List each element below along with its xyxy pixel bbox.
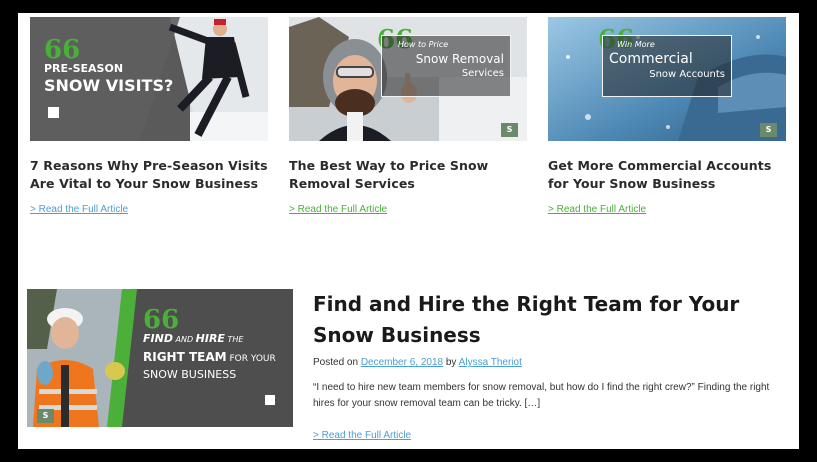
post-date-link[interactable]: December 6, 2018 [361, 357, 443, 368]
article-thumbnail-3[interactable]: 66 Win More Commercial Snow Accounts S [548, 17, 786, 141]
article-card-3: 66 Win More Commercial Snow Accounts S G… [548, 17, 786, 215]
brand-logo-icon: S [501, 123, 518, 137]
article-title[interactable]: The Best Way to Price Snow Removal Servi… [289, 157, 527, 193]
article-thumbnail-2[interactable]: 66 How to Price Snow Removal Services S [289, 17, 527, 141]
thumb-overlay-box: How to Price Snow Removal Services [381, 35, 511, 97]
article-card-1: 66 PRE-SEASON SNOW VISITS? 7 Reasons Why… [30, 17, 268, 215]
thumb-caption-2: Snow Removal [415, 52, 504, 66]
quote-icon: 66 [44, 35, 81, 65]
read-full-article-link[interactable]: > Read the Full Article [289, 204, 527, 215]
posted-on-label: Posted on [313, 357, 361, 368]
article-excerpt: “I need to hire new team members for sno… [313, 382, 770, 409]
thumb-caption-1: How to Price [398, 40, 449, 49]
thumb-caption-3: SNOW BUSINESS [143, 368, 237, 381]
featured-article-thumbnail[interactable]: 66 FIND AND HIRE THE RIGHT TEAM FOR YOUR… [27, 289, 293, 427]
logo-mark-icon [265, 395, 275, 405]
brand-logo-icon: S [760, 123, 777, 137]
article-title[interactable]: 7 Reasons Why Pre-Season Visits Are Vita… [30, 157, 268, 193]
featured-article: Find and Hire the Right Team for Your Sn… [313, 289, 791, 441]
thumb-caption-1: Win More [617, 40, 655, 49]
read-full-article-link[interactable]: > Read the Full Article [30, 204, 268, 215]
thumb-caption-1: FIND AND HIRE THE [143, 332, 244, 345]
logo-mark-icon [48, 107, 59, 118]
thumb-caption-3: Services [461, 68, 504, 79]
article-thumbnail-1[interactable]: 66 PRE-SEASON SNOW VISITS? [30, 17, 268, 141]
post-meta: Posted on December 6, 2018 by Alyssa The… [313, 357, 791, 368]
thumb-overlay-box: Win More Commercial Snow Accounts [602, 35, 732, 97]
featured-article-title[interactable]: Find and Hire the Right Team for Your Sn… [313, 289, 791, 351]
read-full-article-link[interactable]: > Read the Full Article [313, 430, 791, 441]
article-title[interactable]: Get More Commercial Accounts for Your Sn… [548, 157, 786, 193]
brand-logo-icon: S [37, 409, 54, 423]
thumb-caption-2: Commercial [609, 51, 693, 67]
thumb-caption-2: RIGHT TEAM FOR YOUR [143, 350, 276, 364]
quote-icon: 66 [143, 305, 180, 335]
thumb-caption-2: SNOW VISITS? [44, 76, 174, 95]
author-link[interactable]: Alyssa Theriot [459, 357, 522, 368]
article-card-2: 66 How to Price Snow Removal Services S … [289, 17, 527, 215]
blog-page: 66 PRE-SEASON SNOW VISITS? 7 Reasons Why… [18, 13, 799, 449]
by-label: by [443, 357, 459, 368]
thumb-caption-1: PRE-SEASON [44, 62, 124, 75]
thumb-caption-3: Snow Accounts [649, 69, 725, 80]
read-full-article-link[interactable]: > Read the Full Article [548, 204, 786, 215]
